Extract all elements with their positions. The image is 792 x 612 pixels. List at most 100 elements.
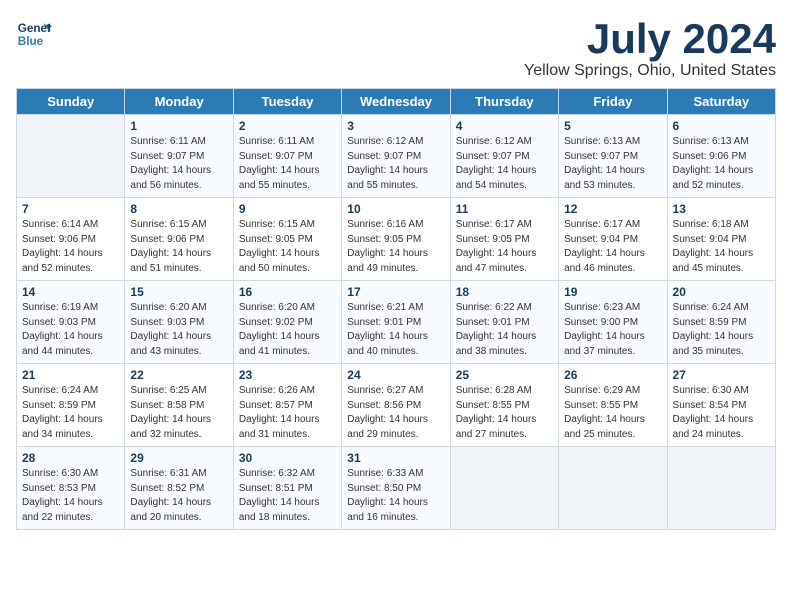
- day-number: 22: [130, 368, 227, 382]
- calendar-cell: [450, 447, 558, 530]
- calendar-title: July 2024: [524, 16, 776, 62]
- calendar-cell: 6Sunrise: 6:13 AM Sunset: 9:06 PM Daylig…: [667, 115, 775, 198]
- header: General Blue July 2024 Yellow Springs, O…: [16, 16, 776, 80]
- calendar-cell: 19 Sunrise: 6:23 AM Sunset: 9:00 PM Dayli…: [559, 281, 667, 364]
- calendar-cell: 24 Sunrise: 6:27 AM Sunset: 8:56 PM Dayli…: [342, 364, 450, 447]
- day-number: 17: [347, 285, 444, 299]
- calendar-cell: 17Sunrise: 6:21 AM Sunset: 9:01 PM Dayli…: [342, 281, 450, 364]
- cell-info: Sunrise: 6:24 AM Sunset: 8:59 PM Dayligh…: [22, 384, 119, 442]
- cell-info: Sunrise: 6:25 AM Sunset: 8:58 PM Dayligh…: [130, 384, 227, 442]
- calendar-cell: 22 Sunrise: 6:25 AM Sunset: 8:58 PM Dayli…: [125, 364, 233, 447]
- calendar-cell: 4Sunrise: 6:12 AM Sunset: 9:07 PM Daylig…: [450, 115, 558, 198]
- cell-info: Sunrise: 6:20 AM Sunset: 9:03 PM Dayligh…: [130, 301, 227, 359]
- cell-info: Sunrise: 6:18 AM Sunset: 9:04 PM Dayligh…: [673, 218, 770, 276]
- logo-icon: General Blue: [16, 16, 52, 52]
- day-number: 3: [347, 119, 444, 133]
- calendar-cell: 9 Sunrise: 6:15 AM Sunset: 9:05 PM Daylig…: [233, 198, 341, 281]
- calendar-cell: 5 Sunrise: 6:13 AM Sunset: 9:07 PM Daylig…: [559, 115, 667, 198]
- cell-info: Sunrise: 6:23 AM Sunset: 9:00 PM Dayligh…: [564, 301, 661, 359]
- calendar-cell: 21 Sunrise: 6:24 AM Sunset: 8:59 PM Dayli…: [17, 364, 125, 447]
- cell-info: Sunrise: 6:13 AM Sunset: 9:07 PM Dayligh…: [564, 135, 661, 193]
- day-number: 27: [673, 368, 770, 382]
- calendar-table: Sunday Monday Tuesday Wednesday Thursday…: [16, 88, 776, 530]
- day-number: 7: [22, 202, 119, 216]
- day-number: 21: [22, 368, 119, 382]
- calendar-cell: [667, 447, 775, 530]
- day-number: 20: [673, 285, 770, 299]
- calendar-cell: [559, 447, 667, 530]
- day-number: 15: [130, 285, 227, 299]
- day-number: 25: [456, 368, 553, 382]
- cell-info: Sunrise: 6:29 AM Sunset: 8:55 PM Dayligh…: [564, 384, 661, 442]
- logo: General Blue: [16, 16, 52, 52]
- calendar-cell: 10 Sunrise: 6:16 AM Sunset: 9:05 PM Dayli…: [342, 198, 450, 281]
- cell-info: Sunrise: 6:12 AM Sunset: 9:07 PM Dayligh…: [456, 135, 553, 193]
- calendar-cell: 26Sunrise: 6:29 AM Sunset: 8:55 PM Dayli…: [559, 364, 667, 447]
- day-number: 14: [22, 285, 119, 299]
- cell-info: Sunrise: 6:17 AM Sunset: 9:05 PM Dayligh…: [456, 218, 553, 276]
- calendar-week-row: 7 Sunrise: 6:14 AM Sunset: 9:06 PM Daylig…: [17, 198, 776, 281]
- header-monday: Monday: [125, 89, 233, 115]
- day-number: 31: [347, 451, 444, 465]
- calendar-cell: 3 Sunrise: 6:12 AM Sunset: 9:07 PM Daylig…: [342, 115, 450, 198]
- cell-info: Sunrise: 6:14 AM Sunset: 9:06 PM Dayligh…: [22, 218, 119, 276]
- calendar-subtitle: Yellow Springs, Ohio, United States: [524, 62, 776, 80]
- title-area: July 2024 Yellow Springs, Ohio, United S…: [524, 16, 776, 80]
- calendar-cell: 30 Sunrise: 6:32 AM Sunset: 8:51 PM Dayli…: [233, 447, 341, 530]
- day-number: 12: [564, 202, 661, 216]
- cell-info: Sunrise: 6:33 AM Sunset: 8:50 PM Dayligh…: [347, 467, 444, 525]
- day-number: 10: [347, 202, 444, 216]
- calendar-cell: 18Sunrise: 6:22 AM Sunset: 9:01 PM Dayli…: [450, 281, 558, 364]
- header-thursday: Thursday: [450, 89, 558, 115]
- weekday-header-row: Sunday Monday Tuesday Wednesday Thursday…: [17, 89, 776, 115]
- day-number: 5: [564, 119, 661, 133]
- calendar-cell: 12 Sunrise: 6:17 AM Sunset: 9:04 PM Dayli…: [559, 198, 667, 281]
- day-number: 24: [347, 368, 444, 382]
- calendar-cell: 8Sunrise: 6:15 AM Sunset: 9:06 PM Daylig…: [125, 198, 233, 281]
- cell-info: Sunrise: 6:31 AM Sunset: 8:52 PM Dayligh…: [130, 467, 227, 525]
- calendar-week-row: 14 Sunrise: 6:19 AM Sunset: 9:03 PM Dayli…: [17, 281, 776, 364]
- day-number: 9: [239, 202, 336, 216]
- cell-info: Sunrise: 6:26 AM Sunset: 8:57 PM Dayligh…: [239, 384, 336, 442]
- cell-info: Sunrise: 6:11 AM Sunset: 9:07 PM Dayligh…: [130, 135, 227, 193]
- calendar-cell: 14 Sunrise: 6:19 AM Sunset: 9:03 PM Dayli…: [17, 281, 125, 364]
- cell-info: Sunrise: 6:11 AM Sunset: 9:07 PM Dayligh…: [239, 135, 336, 193]
- day-number: 30: [239, 451, 336, 465]
- cell-info: Sunrise: 6:20 AM Sunset: 9:02 PM Dayligh…: [239, 301, 336, 359]
- calendar-cell: 25 Sunrise: 6:28 AM Sunset: 8:55 PM Dayli…: [450, 364, 558, 447]
- cell-info: Sunrise: 6:19 AM Sunset: 9:03 PM Dayligh…: [22, 301, 119, 359]
- header-wednesday: Wednesday: [342, 89, 450, 115]
- calendar-cell: 28Sunrise: 6:30 AM Sunset: 8:53 PM Dayli…: [17, 447, 125, 530]
- calendar-week-row: 1Sunrise: 6:11 AM Sunset: 9:07 PM Daylig…: [17, 115, 776, 198]
- cell-info: Sunrise: 6:17 AM Sunset: 9:04 PM Dayligh…: [564, 218, 661, 276]
- day-number: 11: [456, 202, 553, 216]
- header-tuesday: Tuesday: [233, 89, 341, 115]
- cell-info: Sunrise: 6:15 AM Sunset: 9:05 PM Dayligh…: [239, 218, 336, 276]
- day-number: 2: [239, 119, 336, 133]
- cell-info: Sunrise: 6:16 AM Sunset: 9:05 PM Dayligh…: [347, 218, 444, 276]
- header-saturday: Saturday: [667, 89, 775, 115]
- calendar-week-row: 21 Sunrise: 6:24 AM Sunset: 8:59 PM Dayli…: [17, 364, 776, 447]
- calendar-cell: 11 Sunrise: 6:17 AM Sunset: 9:05 PM Dayli…: [450, 198, 558, 281]
- calendar-cell: 20 Sunrise: 6:24 AM Sunset: 8:59 PM Dayli…: [667, 281, 775, 364]
- cell-info: Sunrise: 6:15 AM Sunset: 9:06 PM Dayligh…: [130, 218, 227, 276]
- calendar-cell: 15 Sunrise: 6:20 AM Sunset: 9:03 PM Dayli…: [125, 281, 233, 364]
- day-number: 23: [239, 368, 336, 382]
- calendar-cell: 7 Sunrise: 6:14 AM Sunset: 9:06 PM Daylig…: [17, 198, 125, 281]
- cell-info: Sunrise: 6:22 AM Sunset: 9:01 PM Dayligh…: [456, 301, 553, 359]
- cell-info: Sunrise: 6:13 AM Sunset: 9:06 PM Dayligh…: [673, 135, 770, 193]
- calendar-week-row: 28Sunrise: 6:30 AM Sunset: 8:53 PM Dayli…: [17, 447, 776, 530]
- day-number: 29: [130, 451, 227, 465]
- calendar-cell: 1Sunrise: 6:11 AM Sunset: 9:07 PM Daylig…: [125, 115, 233, 198]
- calendar-cell: 16 Sunrise: 6:20 AM Sunset: 9:02 PM Dayli…: [233, 281, 341, 364]
- day-number: 16: [239, 285, 336, 299]
- header-sunday: Sunday: [17, 89, 125, 115]
- cell-info: Sunrise: 6:28 AM Sunset: 8:55 PM Dayligh…: [456, 384, 553, 442]
- cell-info: Sunrise: 6:12 AM Sunset: 9:07 PM Dayligh…: [347, 135, 444, 193]
- day-number: 28: [22, 451, 119, 465]
- day-number: 19: [564, 285, 661, 299]
- cell-info: Sunrise: 6:27 AM Sunset: 8:56 PM Dayligh…: [347, 384, 444, 442]
- cell-info: Sunrise: 6:32 AM Sunset: 8:51 PM Dayligh…: [239, 467, 336, 525]
- calendar-cell: [17, 115, 125, 198]
- cell-info: Sunrise: 6:24 AM Sunset: 8:59 PM Dayligh…: [673, 301, 770, 359]
